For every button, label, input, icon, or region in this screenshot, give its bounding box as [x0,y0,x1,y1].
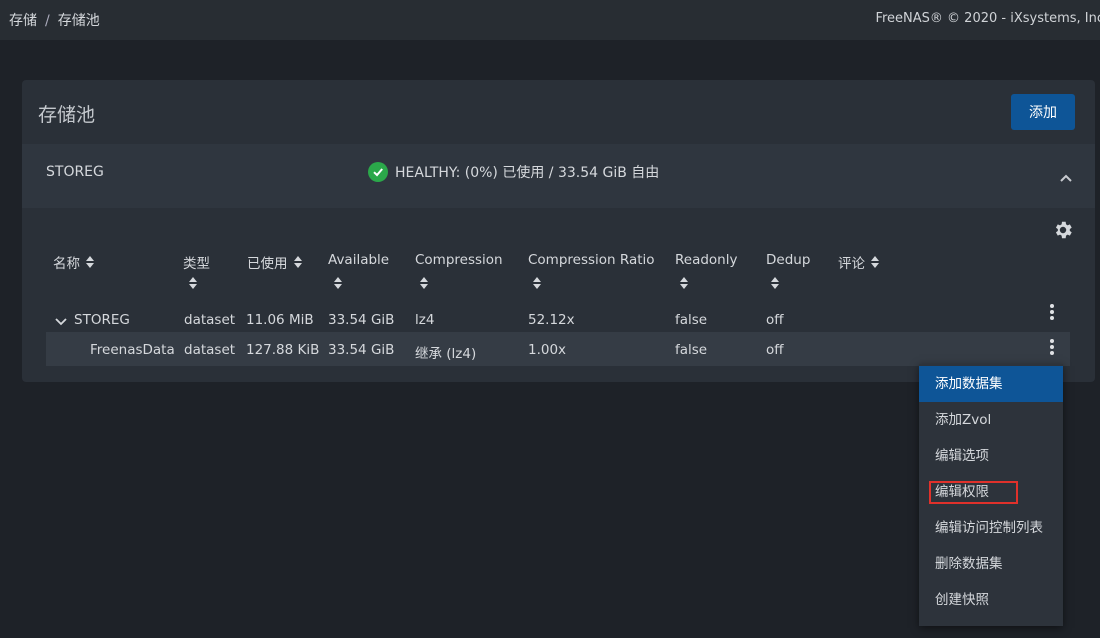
breadcrumb-pools: 存储池 [57,13,100,29]
more-vert-icon[interactable] [1047,338,1057,360]
sort-icon[interactable] [680,274,688,293]
check-circle-icon [368,162,388,182]
dataset-available: 33.54 GiB [328,312,395,328]
sort-icon[interactable] [86,256,94,272]
menu-item-create-snapshot[interactable]: 创建快照 [919,582,1063,618]
column-header-compression-ratio[interactable]: Compression Ratio [528,252,655,268]
page-title: 存储池 [38,104,96,126]
dataset-dedup: off [766,312,784,328]
dataset-compression-ratio: 1.00x [528,342,567,358]
gear-icon[interactable] [1052,219,1074,245]
dataset-compression: 继承 (lz4) [415,346,477,362]
dataset-readonly: false [675,312,708,328]
dataset-name: STOREG [74,312,130,328]
copyright-text: FreeNAS® © 2020 - iXsystems, Inc [875,11,1100,26]
dataset-compression-ratio: 52.12x [528,312,575,328]
dataset-readonly: false [675,342,708,358]
highlight-box [929,481,1018,504]
menu-item-add-zvol[interactable]: 添加Zvol [919,402,1063,438]
chevron-down-icon[interactable] [55,314,67,330]
dataset-type: dataset [184,312,236,328]
column-header-comments[interactable]: 评论 [838,252,879,272]
table-row[interactable]: STOREG dataset 11.06 MiB 33.54 GiB lz4 5… [46,302,1070,336]
pools-card: 存储池 添加 STOREG HEALTHY: (0%) 已使用 / 33.54 … [22,80,1095,382]
dataset-used: 11.06 MiB [246,312,314,328]
sort-icon[interactable] [334,274,342,293]
column-header-name[interactable]: 名称 [53,252,94,272]
menu-item-edit-options[interactable]: 编辑选项 [919,438,1063,474]
dataset-name: FreenasData [90,342,175,358]
top-bar: 存储 / 存储池 FreeNAS® © 2020 - iXsystems, Inc [0,0,1100,40]
column-header-readonly[interactable]: Readonly [675,252,737,268]
dataset-used: 127.88 KiB [246,342,320,358]
menu-item-add-dataset[interactable]: 添加数据集 [919,366,1063,402]
dataset-type: dataset [184,342,236,358]
pool-header: STOREG HEALTHY: (0%) 已使用 / 33.54 GiB 自由 [22,144,1095,208]
breadcrumb-storage[interactable]: 存储 [9,13,37,29]
sort-icon[interactable] [533,274,541,293]
pool-status: HEALTHY: (0%) 已使用 / 33.54 GiB 自由 [368,162,659,182]
breadcrumb-separator: / [45,13,50,29]
dataset-dedup: off [766,342,784,358]
column-header-dedup[interactable]: Dedup [766,252,810,268]
column-header-used[interactable]: 已使用 [247,252,302,272]
chevron-up-icon[interactable] [1059,168,1073,187]
add-pool-button[interactable]: 添加 [1011,94,1075,130]
more-vert-icon[interactable] [1047,303,1057,325]
sort-icon[interactable] [293,256,302,272]
breadcrumb: 存储 / 存储池 [9,10,100,30]
sort-icon[interactable] [189,274,197,293]
dataset-compression: lz4 [415,312,435,328]
sort-icon[interactable] [420,274,428,293]
menu-item-delete-dataset[interactable]: 删除数据集 [919,546,1063,582]
pool-name: STOREG [46,164,104,180]
pool-status-text: HEALTHY: (0%) 已使用 / 33.54 GiB 自由 [395,165,660,181]
sort-icon[interactable] [871,256,879,272]
menu-item-edit-acl[interactable]: 编辑访问控制列表 [919,510,1063,546]
dataset-available: 33.54 GiB [328,342,395,358]
column-header-type[interactable]: 类型 [183,252,210,272]
table-row[interactable]: FreenasData dataset 127.88 KiB 33.54 GiB… [46,332,1070,366]
sort-icon[interactable] [771,274,779,293]
column-header-available[interactable]: Available [328,252,389,268]
column-header-compression[interactable]: Compression [415,252,503,268]
